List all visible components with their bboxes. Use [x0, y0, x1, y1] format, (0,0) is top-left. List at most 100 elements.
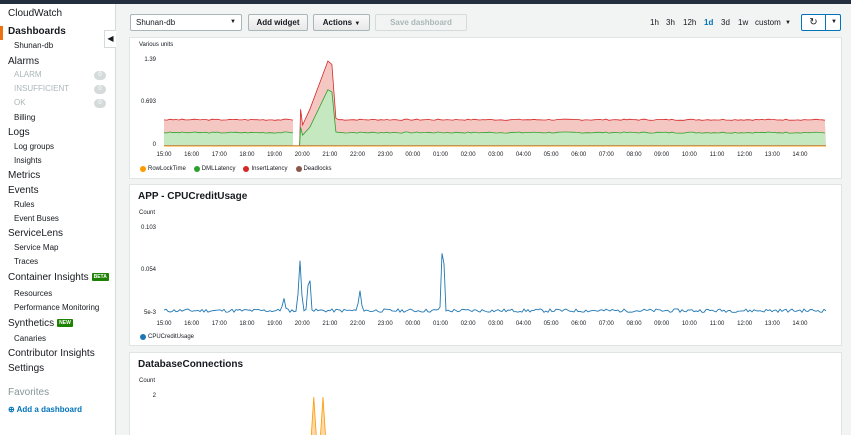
- x-tick: 04:00: [515, 321, 531, 327]
- alarm-count-badge: 0: [94, 71, 106, 80]
- sidebar-item-settings[interactable]: Settings: [8, 363, 44, 374]
- legend-item-cpucreditusage[interactable]: CPUCreditUsage: [140, 334, 194, 340]
- collapse-sidebar-button[interactable]: ◀: [104, 30, 116, 48]
- sidebar-item-canaries[interactable]: Canaries: [14, 334, 46, 343]
- refresh-button[interactable]: ↻ ▼: [801, 14, 841, 31]
- time-range-custom[interactable]: custom: [755, 18, 781, 27]
- sidebar-item-cloudwatch[interactable]: CloudWatch: [8, 8, 62, 19]
- sidebar-item-contributor-insights[interactable]: Contributor Insights: [8, 348, 95, 359]
- x-tick: 13:00: [764, 152, 780, 158]
- sidebar-item-synthetics[interactable]: Synthetics NEW: [8, 318, 73, 329]
- time-range-1h[interactable]: 1h: [650, 18, 659, 27]
- actions-button[interactable]: Actions ▼: [313, 14, 370, 31]
- x-tick: 14:00: [792, 321, 808, 327]
- x-tick: 06:00: [571, 321, 587, 327]
- x-tick: 03:00: [488, 152, 504, 158]
- sidebar-item-event-buses[interactable]: Event Buses: [14, 214, 59, 223]
- x-tick: 00:00: [405, 321, 421, 327]
- x-tick: 14:00: [792, 152, 808, 158]
- series-dmllatency-area: [164, 132, 293, 146]
- x-tick: 00:00: [405, 152, 421, 158]
- legend-item-insertlatency[interactable]: InsertLatency: [243, 166, 288, 172]
- widget-db-latency: Various units 1.39 0.693 0 RowLockTime D…: [129, 37, 842, 179]
- sidebar-item-resources[interactable]: Resources: [14, 289, 52, 298]
- sidebar-item-alarms[interactable]: Alarms: [8, 56, 39, 67]
- x-tick: 06:00: [571, 152, 587, 158]
- x-tick: 18:00: [239, 321, 255, 327]
- legend-item-dmllatency[interactable]: DMLLatency: [193, 166, 235, 172]
- time-range-3h[interactable]: 3h: [666, 18, 675, 27]
- legend-swatch: [193, 166, 200, 172]
- legend-label: Deadlocks: [303, 166, 332, 172]
- series-dmllatency-area: [299, 89, 827, 146]
- x-tick: 05:00: [543, 321, 559, 327]
- sidebar: CloudWatch Dashboards Shunan-db Alarms ALARM…: [0, 4, 116, 435]
- refresh-options-caret-icon[interactable]: ▼: [827, 15, 841, 30]
- add-dashboard-label: Add a dashboard: [16, 405, 82, 414]
- series-databaseconnections-spike: [310, 396, 317, 435]
- x-tick: 02:00: [460, 321, 476, 327]
- refresh-icon[interactable]: ↻: [802, 15, 826, 30]
- x-tick: 04:00: [515, 152, 531, 158]
- x-tick: 02:00: [460, 152, 476, 158]
- sidebar-item-logs[interactable]: Logs: [8, 127, 30, 138]
- widget-database-connections: DatabaseConnections Count 2: [129, 352, 842, 435]
- x-tick: 18:00: [239, 152, 255, 158]
- sidebar-item-log-groups[interactable]: Log groups: [14, 142, 54, 151]
- dashboard-select[interactable]: Shunan-db ▼: [130, 14, 242, 31]
- plus-circle-icon: ⊕: [8, 405, 15, 414]
- legend-item-deadlocks[interactable]: Deadlocks: [295, 166, 332, 172]
- legend-swatch: [140, 166, 146, 172]
- x-tick: 23:00: [377, 321, 393, 327]
- x-tick: 16:00: [184, 321, 200, 327]
- time-range-1w[interactable]: 1w: [738, 18, 748, 27]
- sidebar-item-events[interactable]: Events: [8, 185, 39, 196]
- beta-badge: BETA: [91, 273, 109, 281]
- time-range-3d[interactable]: 3d: [721, 18, 730, 27]
- save-dashboard-button[interactable]: Save dashboard: [375, 14, 467, 31]
- widget-cpu-credit-usage: APP - CPUCreditUsage Count 0.103 0.054 5…: [129, 184, 842, 346]
- x-tick: 23:00: [377, 152, 393, 158]
- x-tick: 05:00: [543, 152, 559, 158]
- x-tick: 12:00: [737, 152, 753, 158]
- x-tick: 21:00: [322, 152, 338, 158]
- add-widget-button[interactable]: Add widget: [248, 14, 308, 31]
- x-tick: 11:00: [709, 152, 725, 158]
- x-tick: 20:00: [294, 152, 310, 158]
- cpu-credit-line-chart: [163, 231, 827, 314]
- x-tick: 22:00: [350, 321, 366, 327]
- custom-caret-icon[interactable]: ▼: [785, 20, 791, 26]
- sidebar-item-traces[interactable]: Traces: [14, 257, 38, 266]
- legend-label: RowLockTime: [148, 166, 186, 172]
- series-cpucreditusage-line: [163, 253, 827, 314]
- legend: CPUCreditUsage: [140, 334, 194, 340]
- sidebar-item-billing[interactable]: Billing: [14, 113, 35, 122]
- sidebar-item-container-insights[interactable]: Container Insights BETA: [8, 272, 109, 283]
- legend-swatch: [243, 166, 250, 172]
- time-range-1d[interactable]: 1d: [704, 18, 713, 27]
- time-range-12h[interactable]: 12h: [683, 18, 696, 27]
- favorites-heading: Favorites: [8, 387, 50, 398]
- sidebar-item-dashboards[interactable]: Dashboards: [8, 26, 66, 37]
- x-tick: 03:00: [488, 321, 504, 327]
- active-indicator: [0, 26, 3, 40]
- x-tick: 17:00: [211, 321, 227, 327]
- sidebar-item-service-map[interactable]: Service Map: [14, 243, 58, 252]
- x-tick: 08:00: [626, 152, 642, 158]
- add-dashboard-link[interactable]: ⊕ Add a dashboard: [8, 405, 82, 414]
- x-tick: 01:00: [432, 152, 449, 158]
- x-tick: 21:00: [322, 321, 338, 327]
- sidebar-item-metrics[interactable]: Metrics: [8, 170, 40, 181]
- database-connections-chart: [310, 396, 326, 435]
- x-tick: 17:00: [211, 152, 227, 158]
- sidebar-item-insights[interactable]: Insights: [14, 156, 42, 165]
- sidebar-item-performance-monitoring[interactable]: Performance Monitoring: [14, 303, 99, 312]
- sidebar-item-shunan-db[interactable]: Shunan-db: [14, 41, 53, 50]
- dashboard-select-value: Shunan-db: [136, 18, 176, 27]
- legend-item-rowlocktime[interactable]: RowLockTime: [140, 166, 186, 172]
- new-badge: NEW: [57, 319, 73, 327]
- legend-swatch: [140, 334, 146, 340]
- sidebar-item-servicelens[interactable]: ServiceLens: [8, 228, 63, 239]
- sidebar-item-rules[interactable]: Rules: [14, 200, 34, 209]
- legend-label: InsertLatency: [251, 166, 288, 172]
